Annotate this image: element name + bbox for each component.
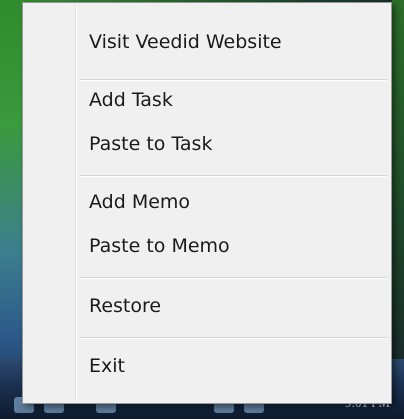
menu-item-restore[interactable]: Restore — [26, 287, 388, 325]
menu-item-paste-to-task[interactable]: Paste to Task — [26, 125, 388, 163]
menu-item-visit-website[interactable]: Visit Veedid Website — [26, 23, 388, 61]
menu-item-exit[interactable]: Exit — [26, 347, 388, 385]
tray-context-menu: Visit Veedid Website Add Task Paste to T… — [22, 2, 392, 404]
menu-separator — [80, 337, 387, 339]
desktop-background-right — [392, 0, 404, 419]
menu-item-add-task[interactable]: Add Task — [26, 81, 388, 119]
menu-separator — [80, 277, 387, 279]
menu-separator — [80, 175, 387, 177]
menu-item-add-memo[interactable]: Add Memo — [26, 183, 388, 221]
menu-item-paste-to-memo[interactable]: Paste to Memo — [26, 227, 388, 265]
